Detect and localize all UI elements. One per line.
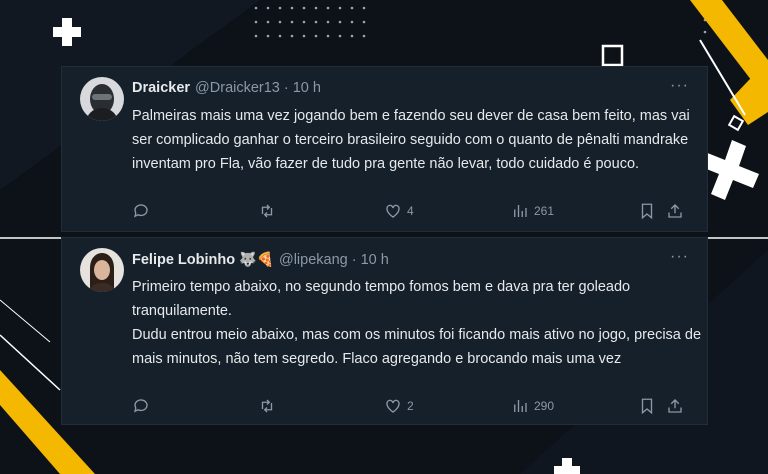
- share-icon: [668, 399, 682, 413]
- timestamp[interactable]: 10 h: [293, 80, 321, 96]
- user-handle[interactable]: @Draicker13: [195, 80, 280, 96]
- views-icon: [514, 205, 527, 217]
- retweet-icon: [261, 399, 273, 413]
- tweet-actions: 2 290: [132, 397, 689, 419]
- more-options-icon[interactable]: ···: [670, 77, 689, 95]
- tweet-actions: 4 261: [132, 202, 689, 224]
- retweet-button[interactable]: [258, 202, 276, 220]
- retweet-button[interactable]: [258, 397, 276, 415]
- bookmark-button[interactable]: [638, 202, 656, 220]
- avatar[interactable]: [80, 248, 124, 292]
- share-button[interactable]: [666, 202, 684, 220]
- tweet-header: Felipe Lobinho 🐺🍕 @lipekang · 10 h: [132, 251, 389, 268]
- heart-icon: [386, 399, 400, 413]
- tweet-text: Primeiro tempo abaixo, no segundo tempo …: [132, 275, 702, 371]
- user-handle[interactable]: @lipekang: [279, 252, 348, 268]
- tweet-paragraph: Primeiro tempo abaixo, no segundo tempo …: [132, 279, 631, 319]
- heart-icon: [386, 204, 400, 218]
- reply-icon: [133, 204, 148, 218]
- views-button[interactable]: 290: [511, 397, 554, 415]
- bookmark-icon: [641, 398, 653, 415]
- views-icon: [514, 400, 527, 412]
- reply-icon: [133, 399, 148, 413]
- tweet-text: Palmeiras mais uma vez jogando bem e faz…: [132, 104, 702, 176]
- tweet-paragraph: Dudu entrou meio abaixo, mas com os minu…: [132, 327, 702, 367]
- share-button[interactable]: [666, 397, 684, 415]
- wolf-pizza-emoji-icon: 🐺🍕: [239, 251, 274, 267]
- tweet-card[interactable]: Felipe Lobinho 🐺🍕 @lipekang · 10 h ··· P…: [61, 237, 708, 425]
- bookmark-icon: [641, 203, 653, 220]
- tweet-paragraph: Palmeiras mais uma vez jogando bem e faz…: [132, 108, 690, 172]
- more-options-icon[interactable]: ···: [670, 248, 689, 266]
- tweet-card[interactable]: Draicker @Draicker13 · 10 h ··· Palmeira…: [61, 66, 708, 232]
- like-count: 2: [407, 399, 414, 413]
- view-count: 261: [534, 204, 555, 218]
- like-button[interactable]: 2: [384, 397, 414, 415]
- display-name[interactable]: Draicker: [132, 80, 190, 96]
- reply-button[interactable]: [132, 202, 150, 220]
- view-count: 290: [534, 399, 555, 413]
- reply-button[interactable]: [132, 397, 150, 415]
- timestamp[interactable]: 10 h: [361, 252, 389, 268]
- retweet-icon: [261, 204, 273, 218]
- separator-dot: ·: [283, 80, 289, 96]
- like-count: 4: [407, 204, 414, 218]
- tweet-header: Draicker @Draicker13 · 10 h: [132, 80, 321, 96]
- views-button[interactable]: 261: [511, 202, 554, 220]
- like-button[interactable]: 4: [384, 202, 414, 220]
- share-icon: [668, 204, 682, 218]
- bookmark-button[interactable]: [638, 397, 656, 415]
- separator-dot: ·: [351, 251, 357, 268]
- avatar[interactable]: [80, 77, 124, 121]
- display-name[interactable]: Felipe Lobinho: [132, 252, 235, 268]
